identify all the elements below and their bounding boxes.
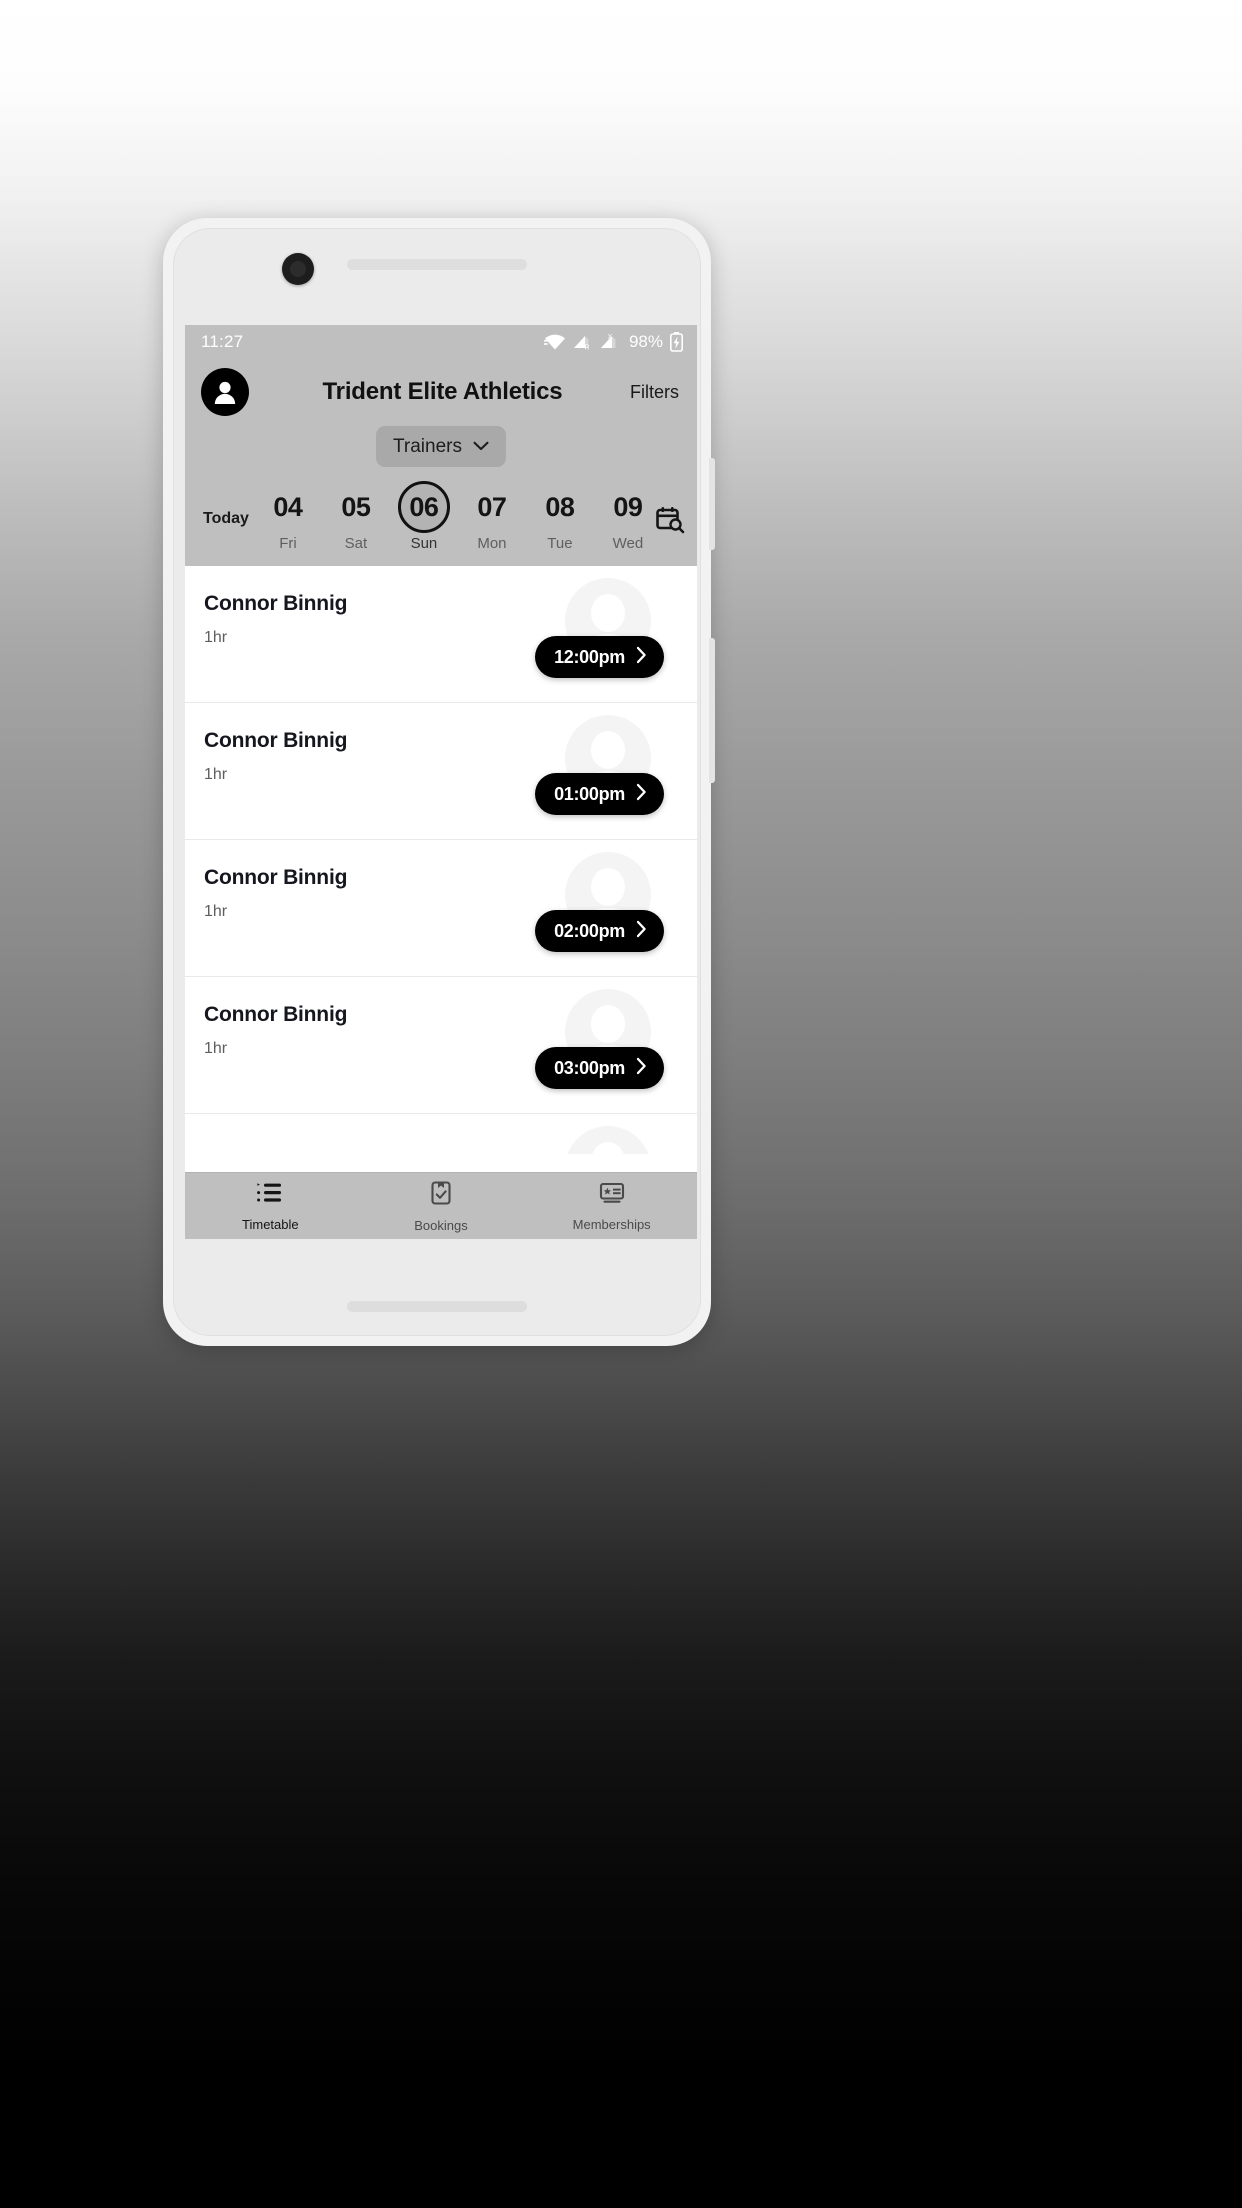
session-row[interactable] [185, 1114, 697, 1154]
trainers-dropdown-row: Trainers [185, 422, 697, 479]
date-strip[interactable]: Today 04 Fri 05 Sat 06 Sun 07 Mon 08 Tue 09 Wed [185, 479, 697, 566]
date-number: 06 [409, 491, 439, 522]
date-cell-06[interactable]: 06 Sun [391, 481, 457, 552]
calendar-search-button[interactable] [651, 505, 697, 535]
nav-label-memberships: Memberships [572, 1216, 651, 1232]
svg-text:X: X [607, 334, 612, 341]
date-cell-09[interactable]: 09 Wed [595, 481, 651, 553]
session-time-button[interactable]: 02:00pm [535, 910, 664, 952]
app-header: Trident Elite Athletics Filters Trainers [185, 358, 697, 479]
date-cell-07[interactable]: 07 Mon [459, 481, 525, 553]
session-row[interactable]: Connor Binnig 1hr 12:00pm [185, 566, 697, 703]
date-weekday: Wed [612, 535, 644, 552]
session-time-label: 02:00pm [554, 920, 625, 941]
date-cell-08[interactable]: 08 Tue [527, 481, 593, 553]
date-weekday: Tue [547, 535, 573, 552]
session-row[interactable]: Connor Binnig 1hr 01:00pm [185, 703, 697, 840]
date-number: 05 [341, 491, 371, 522]
today-label: Today [203, 509, 249, 527]
battery-percent-label: 98% [628, 331, 663, 351]
cellular-roaming-icon: R [573, 333, 593, 350]
session-list[interactable]: Connor Binnig 1hr 12:00pm Connor Binnig 1hr 0… [185, 566, 697, 1172]
date-number-circle: 08 [534, 481, 586, 533]
date-number-circle: 04 [262, 481, 314, 533]
nav-label-timetable: Timetable [242, 1216, 299, 1232]
trainers-dropdown-label: Trainers [393, 435, 462, 457]
session-time-label: 03:00pm [554, 1057, 625, 1078]
wifi-icon [543, 333, 566, 350]
date-number: 09 [613, 491, 643, 522]
session-row[interactable]: Connor Binnig 1hr 02:00pm [185, 840, 697, 977]
date-cell-04[interactable]: 04 Fri [255, 481, 321, 553]
session-time-button[interactable]: 12:00pm [535, 636, 664, 678]
status-bar: 11:27 R X 98% [185, 325, 697, 358]
home-indicator[interactable] [347, 1301, 527, 1312]
status-bar-clock: 11:27 [201, 331, 244, 351]
nav-item-timetable[interactable]: Timetable [185, 1181, 356, 1232]
account-avatar-button[interactable] [201, 368, 249, 416]
app-screen: 11:27 R X 98% Trident Elite Athletics Fi… [185, 325, 697, 1239]
phone-power-button[interactable] [709, 638, 715, 783]
date-scroller[interactable]: 04 Fri 05 Sat 06 Sun 07 Mon 08 Tue 09 Wed [255, 481, 651, 552]
date-number: 04 [273, 491, 303, 522]
phone-volume-button[interactable] [709, 458, 715, 550]
date-weekday: Sun [410, 535, 438, 552]
date-weekday: Mon [477, 535, 507, 552]
membership-card-icon [598, 1181, 626, 1210]
calendar-search-icon [656, 506, 685, 533]
session-time-label: 12:00pm [554, 646, 625, 667]
chevron-right-icon [636, 646, 647, 669]
session-avatar-placeholder [565, 1126, 651, 1154]
phone-front-camera [282, 253, 314, 285]
battery-charging-icon [670, 331, 683, 352]
filters-button[interactable]: Filters [630, 382, 679, 403]
trainers-dropdown[interactable]: Trainers [376, 426, 506, 467]
date-weekday: Sat [344, 535, 368, 552]
chevron-right-icon [636, 783, 647, 806]
chevron-down-icon [473, 438, 489, 456]
app-header-row: Trident Elite Athletics Filters [185, 362, 697, 422]
date-number: 07 [477, 491, 507, 522]
date-cell-05[interactable]: 05 Sat [323, 481, 389, 553]
chevron-right-icon [636, 1057, 647, 1080]
status-bar-icons: R X 98% [543, 331, 683, 352]
date-number-circle: 09 [602, 481, 651, 533]
session-time-button[interactable]: 03:00pm [535, 1047, 664, 1089]
nav-label-bookings: Bookings [414, 1217, 468, 1233]
page-title: Trident Elite Athletics [322, 378, 563, 405]
list-bullet-icon [256, 1181, 284, 1210]
date-weekday: Fri [279, 535, 297, 552]
chevron-right-icon [636, 920, 647, 943]
phone-earpiece-speaker [347, 259, 527, 270]
date-number-circle: 06 [397, 481, 450, 533]
phone-mockup: 11:27 R X 98% Trident Elite Athletics Fi… [163, 218, 715, 1346]
nav-item-memberships[interactable]: Memberships [526, 1181, 697, 1232]
nav-item-bookings[interactable]: Bookings [356, 1180, 527, 1233]
session-time-button[interactable]: 01:00pm [535, 773, 664, 815]
date-number-circle: 05 [330, 481, 382, 533]
bottom-navigation[interactable]: Timetable Bookings Memberships [185, 1172, 697, 1239]
person-icon [214, 381, 236, 404]
session-row[interactable]: Connor Binnig 1hr 03:00pm [185, 977, 697, 1114]
date-number-circle: 07 [466, 481, 518, 533]
svg-text:R: R [584, 345, 589, 351]
cellular-no-sim-icon: X [600, 333, 620, 350]
session-time-label: 01:00pm [554, 783, 625, 804]
date-number: 08 [545, 491, 575, 522]
clipboard-check-icon [429, 1180, 453, 1211]
